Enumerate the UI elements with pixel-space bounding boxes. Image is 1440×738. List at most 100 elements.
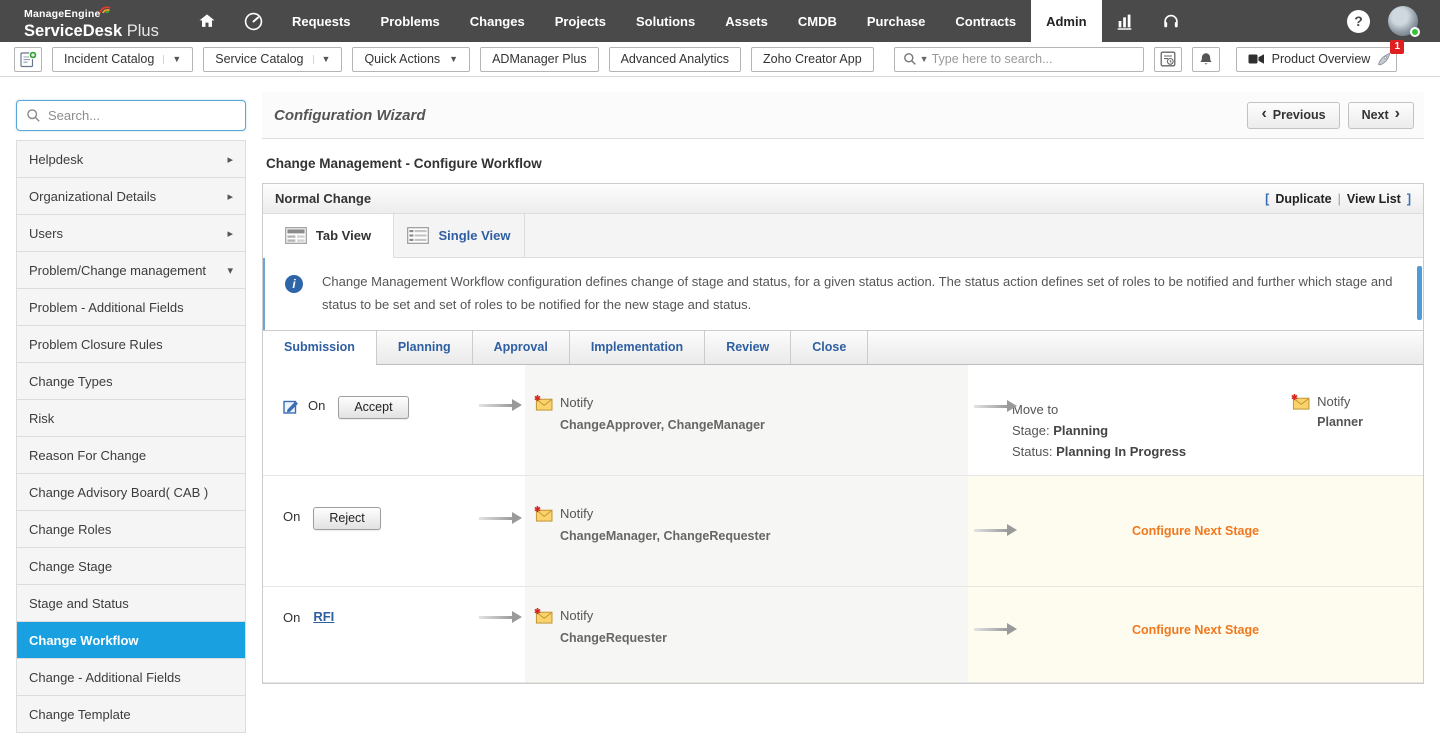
- rfi-link[interactable]: RFI: [313, 609, 334, 624]
- configure-next-stage-link[interactable]: Configure Next Stage: [968, 524, 1423, 538]
- sidebar-item-reason-for-change[interactable]: Reason For Change: [17, 437, 245, 474]
- right-notify-text: Notify Planner: [1317, 394, 1363, 429]
- avatar[interactable]: [1388, 6, 1418, 36]
- sidebar-item-change-workflow[interactable]: Change Workflow: [17, 622, 245, 659]
- tab-tab-view[interactable]: Tab View: [263, 214, 394, 258]
- single-view-icon: [407, 227, 429, 244]
- video-camera-icon: [1248, 53, 1265, 65]
- info-icon: i: [285, 275, 303, 293]
- stage-tab-implementation[interactable]: Implementation: [570, 331, 705, 364]
- notify-label: Notify: [560, 608, 667, 623]
- sidebar-item-risk[interactable]: Risk: [17, 400, 245, 437]
- configure-next-stage-link[interactable]: Configure Next Stage: [968, 623, 1423, 637]
- accept-button[interactable]: Accept: [338, 396, 408, 419]
- search-input[interactable]: [932, 52, 1135, 66]
- brand-swoosh-icon: [99, 4, 112, 15]
- zoho-creator-app-button[interactable]: Zoho Creator App: [751, 47, 874, 72]
- chevron-down-icon: ▼: [163, 55, 181, 64]
- page-body: Helpdesk▸ Organizational Details▸ Users▸…: [0, 77, 1440, 738]
- new-request-icon[interactable]: [14, 47, 42, 72]
- notify-role: Planner: [1317, 415, 1363, 429]
- sidebar-item-change-additional-fields[interactable]: Change - Additional Fields: [17, 659, 245, 696]
- next-stage-cell: Move to Stage: Planning Status: Planning…: [968, 365, 1423, 475]
- sidebar-item-change-template[interactable]: Change Template: [17, 696, 245, 733]
- sidebar-item-problem-closure-rules[interactable]: Problem Closure Rules: [17, 326, 245, 363]
- svg-text:✱: ✱: [534, 395, 541, 403]
- next-button[interactable]: Next›: [1348, 102, 1414, 129]
- on-label: On: [283, 509, 300, 524]
- edit-icon[interactable]: [283, 398, 299, 414]
- nav-changes[interactable]: Changes: [455, 0, 540, 42]
- separator: |: [1338, 192, 1341, 206]
- nav-assets[interactable]: Assets: [710, 0, 783, 42]
- chevron-down-icon[interactable]: ▼: [920, 54, 929, 64]
- headset-icon[interactable]: [1148, 0, 1194, 42]
- notify-text: Notify ChangeApprover, ChangeManager: [560, 395, 765, 432]
- service-catalog-dropdown[interactable]: Service Catalog▼: [203, 47, 342, 72]
- notify-cell: ✱ Notify ChangeManager, ChangeRequester: [525, 476, 968, 586]
- action-cell: On Accept: [263, 365, 525, 475]
- advanced-analytics-button[interactable]: Advanced Analytics: [609, 47, 741, 72]
- nav-projects[interactable]: Projects: [540, 0, 621, 42]
- nav-problems[interactable]: Problems: [366, 0, 455, 42]
- sidebar-group-helpdesk[interactable]: Helpdesk▸: [17, 141, 245, 178]
- quick-actions-dropdown[interactable]: Quick Actions▼: [352, 47, 470, 72]
- notify-roles: ChangeRequester: [560, 631, 667, 645]
- sidebar-search-input[interactable]: [48, 108, 236, 123]
- sidebar-item-change-stage[interactable]: Change Stage: [17, 548, 245, 585]
- product-overview-button[interactable]: Product Overview: [1236, 47, 1398, 72]
- sidebar-search: [16, 100, 246, 131]
- sidebar-item-change-types[interactable]: Change Types: [17, 363, 245, 400]
- sidebar-item-stage-and-status[interactable]: Stage and Status: [17, 585, 245, 622]
- stage-tab-review[interactable]: Review: [705, 331, 791, 364]
- chevron-down-icon: ▾: [227, 264, 233, 277]
- admanager-plus-button[interactable]: ADManager Plus: [480, 47, 599, 72]
- panel-actions: [ Duplicate | View List ]: [1265, 192, 1411, 206]
- duplicate-link[interactable]: Duplicate: [1275, 192, 1331, 206]
- dashboard-icon[interactable]: [230, 0, 277, 42]
- flow-arrow-icon: [479, 404, 513, 407]
- product-overview-wrap: Product Overview 1: [1236, 47, 1398, 72]
- stage-tab-submission[interactable]: Submission: [263, 331, 377, 364]
- stage-tab-approval[interactable]: Approval: [473, 331, 570, 364]
- sidebar-group-organizational-details[interactable]: Organizational Details▸: [17, 178, 245, 215]
- on-label: On: [308, 398, 325, 413]
- nav-cmdb[interactable]: CMDB: [783, 0, 852, 42]
- reject-button[interactable]: Reject: [313, 507, 380, 530]
- previous-button[interactable]: ‹Previous: [1247, 102, 1339, 129]
- brand-logo[interactable]: ManageEngine ServiceDesk Plus: [24, 0, 184, 42]
- incident-catalog-dropdown[interactable]: Incident Catalog▼: [52, 47, 193, 72]
- sidebar-item-problem-additional-fields[interactable]: Problem - Additional Fields: [17, 289, 245, 326]
- sidebar-item-change-roles[interactable]: Change Roles: [17, 511, 245, 548]
- sidebar-menu: Helpdesk▸ Organizational Details▸ Users▸…: [16, 140, 246, 733]
- nav-purchase[interactable]: Purchase: [852, 0, 941, 42]
- mail-notify-icon: ✱: [534, 395, 553, 432]
- global-search: ▼: [894, 47, 1144, 72]
- scrollbar-thumb[interactable]: [1417, 266, 1422, 320]
- tab-single-view[interactable]: Single View: [394, 214, 525, 257]
- release-notes-icon[interactable]: [1154, 47, 1182, 72]
- tab-view-icon: [285, 227, 307, 244]
- sidebar-group-problem-change-management[interactable]: Problem/Change management▾: [17, 252, 245, 289]
- page-header: Configuration Wizard ‹Previous Next›: [262, 92, 1424, 139]
- nav-admin[interactable]: Admin: [1031, 0, 1101, 42]
- info-banner: i Change Management Workflow configurati…: [263, 258, 1423, 330]
- info-text: Change Management Workflow configuration…: [322, 271, 1397, 317]
- stage-tab-planning[interactable]: Planning: [377, 331, 473, 364]
- nav-requests[interactable]: Requests: [277, 0, 366, 42]
- notify-block: ✱ Notify ChangeManager, ChangeRequester: [534, 506, 770, 543]
- reports-icon[interactable]: [1102, 0, 1148, 42]
- home-icon[interactable]: [184, 0, 230, 42]
- stage-tab-close[interactable]: Close: [791, 331, 868, 364]
- view-list-link[interactable]: View List: [1347, 192, 1401, 206]
- nav-solutions[interactable]: Solutions: [621, 0, 710, 42]
- sidebar-item-change-advisory-board[interactable]: Change Advisory Board( CAB ): [17, 474, 245, 511]
- workflow-row-rfi: On RFI ✱ Notify ChangeRequester Co: [263, 587, 1423, 683]
- nav-contracts[interactable]: Contracts: [940, 0, 1031, 42]
- bracket-close: ]: [1407, 192, 1411, 206]
- sidebar-group-users[interactable]: Users▸: [17, 215, 245, 252]
- help-icon[interactable]: ?: [1347, 10, 1370, 33]
- main-content: Configuration Wizard ‹Previous Next› Cha…: [262, 92, 1424, 738]
- right-notify-block: ✱ Notify Planner: [1291, 394, 1363, 429]
- bell-icon[interactable]: [1192, 47, 1220, 72]
